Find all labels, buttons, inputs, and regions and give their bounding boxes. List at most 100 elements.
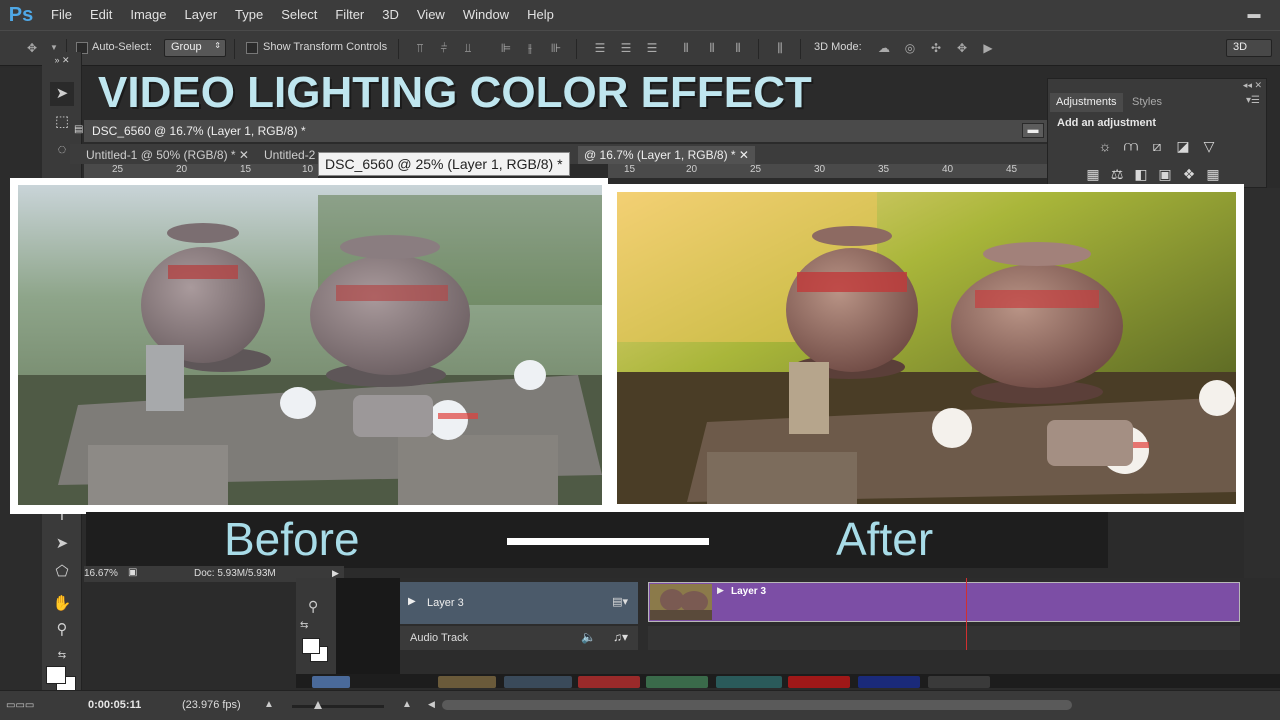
zoom-slider[interactable] bbox=[292, 701, 384, 709]
foreground-color-swatch[interactable] bbox=[302, 638, 320, 654]
menu-view[interactable]: View bbox=[408, 0, 454, 30]
task-thumbnail[interactable] bbox=[578, 676, 640, 688]
menu-file[interactable]: File bbox=[42, 0, 81, 30]
task-thumbnail[interactable] bbox=[716, 676, 782, 688]
menu-select[interactable]: Select bbox=[272, 0, 326, 30]
zoom-tool-icon[interactable]: ⚲ bbox=[308, 598, 318, 615]
timeline-audio-row[interactable]: Audio Track 🔈 ♫▾ bbox=[400, 626, 638, 650]
channel-mixer-icon[interactable]: ❖ bbox=[1180, 165, 1198, 183]
move-tool-icon[interactable]: ➤ bbox=[50, 82, 74, 106]
drag-3d-icon[interactable]: ✣ bbox=[928, 40, 944, 56]
minimize-document-button[interactable]: ▬ bbox=[1022, 123, 1044, 138]
show-transform-checkbox[interactable] bbox=[246, 42, 258, 54]
swap-colors-icon[interactable]: ⇆ bbox=[300, 620, 308, 631]
panel-collapse-icon[interactable]: ◂◂ ✕ bbox=[1243, 80, 1262, 91]
menu-filter[interactable]: Filter bbox=[326, 0, 373, 30]
tab-untitled-1[interactable]: Untitled-1 @ 50% (RGB/8) * ✕ bbox=[80, 146, 255, 164]
distribute-top-icon[interactable]: ☰ bbox=[592, 40, 608, 56]
video-clip[interactable]: ▶ Layer 3 bbox=[648, 582, 1240, 622]
menu-type[interactable]: Type bbox=[226, 0, 272, 30]
distribute-horizontal-icon[interactable]: ⦀ bbox=[704, 40, 720, 56]
ruler-tick-label: 25 bbox=[112, 164, 124, 175]
workspace-select[interactable]: 3D bbox=[1226, 39, 1272, 57]
distribute-center-icon[interactable]: ☰ bbox=[618, 40, 634, 56]
before-caption: Before bbox=[224, 513, 360, 565]
tab-adjustments[interactable]: Adjustments bbox=[1050, 93, 1123, 112]
tab-dsc-6560[interactable]: @ 16.7% (Layer 1, RGB/8) * ✕ bbox=[578, 146, 755, 164]
zoom-level[interactable]: 16.67% bbox=[84, 568, 118, 579]
align-right-icon[interactable]: ⊪ bbox=[548, 40, 564, 56]
auto-align-icon[interactable]: ⫼ bbox=[772, 40, 788, 56]
timeline-layer-row[interactable]: ▶ Layer 3 ▤▾ bbox=[400, 582, 638, 624]
task-thumbnail[interactable] bbox=[312, 676, 350, 688]
roll-3d-icon[interactable]: ◎ bbox=[902, 40, 918, 56]
menu-layer[interactable]: Layer bbox=[176, 0, 227, 30]
music-note-icon[interactable]: ♫▾ bbox=[613, 630, 628, 644]
tab-untitled-2[interactable]: Untitled-2 bbox=[258, 146, 321, 164]
task-thumbnail[interactable] bbox=[646, 676, 708, 688]
close-icon[interactable]: ✕ bbox=[739, 148, 749, 162]
video-camera-3d-icon[interactable]: ▶ bbox=[980, 40, 996, 56]
marquee-tool-icon[interactable]: ⬚ bbox=[50, 110, 74, 134]
photoshop-logo: Ps bbox=[8, 3, 34, 26]
panel-menu-icon[interactable]: ▾☰ bbox=[1246, 95, 1260, 106]
task-thumbnail[interactable] bbox=[504, 676, 572, 688]
foreground-background-color[interactable] bbox=[302, 636, 330, 664]
levels-icon[interactable]: ⩋ bbox=[1122, 137, 1140, 155]
hue-saturation-icon[interactable]: ▦ bbox=[1084, 165, 1102, 183]
convert-to-frame-icon[interactable]: ▭▭▭ bbox=[6, 700, 34, 711]
align-horizontal-center-icon[interactable]: ⫲ bbox=[522, 40, 538, 56]
color-lookup-icon[interactable]: ▦ bbox=[1204, 165, 1222, 183]
zoom-slider-thumb[interactable] bbox=[314, 701, 322, 709]
menu-help[interactable]: Help bbox=[518, 0, 563, 30]
align-left-icon[interactable]: ⊫ bbox=[498, 40, 514, 56]
zoom-tool-icon[interactable]: ⚲ bbox=[50, 618, 74, 642]
distribute-left-icon[interactable]: ⦀ bbox=[678, 40, 694, 56]
black-white-icon[interactable]: ◧ bbox=[1132, 165, 1150, 183]
timecode: 0:00:05:11 bbox=[88, 699, 142, 711]
foreground-color-swatch[interactable] bbox=[46, 666, 66, 684]
status-info-icon[interactable]: ▣ bbox=[128, 567, 137, 578]
brightness-contrast-icon[interactable]: ☼ bbox=[1096, 137, 1114, 155]
align-top-icon[interactable]: ⫪ bbox=[412, 40, 428, 56]
distribute-bottom-icon[interactable]: ☰ bbox=[644, 40, 660, 56]
close-icon[interactable]: ✕ bbox=[239, 148, 249, 162]
move-tool-icon[interactable]: ✥ bbox=[24, 40, 40, 56]
menu-window[interactable]: Window bbox=[454, 0, 518, 30]
task-thumbnail[interactable] bbox=[438, 676, 496, 688]
film-strip-icon[interactable]: ▤▾ bbox=[612, 595, 628, 608]
exposure-icon[interactable]: ◪ bbox=[1174, 137, 1192, 155]
color-balance-icon[interactable]: ⚖ bbox=[1108, 165, 1126, 183]
speaker-icon[interactable]: 🔈 bbox=[581, 630, 596, 644]
auto-select-target-select[interactable]: Group ⇕ bbox=[164, 39, 226, 57]
zoom-in-icon[interactable]: ▲ bbox=[402, 699, 412, 710]
clip-expand-icon[interactable]: ▶ bbox=[717, 585, 724, 596]
curves-icon[interactable]: ⧄ bbox=[1148, 137, 1166, 155]
menu-3d[interactable]: 3D bbox=[373, 0, 408, 30]
distribute-right-icon[interactable]: ⦀ bbox=[730, 40, 746, 56]
expand-arrow-icon[interactable]: ▶ bbox=[408, 596, 416, 607]
orbit-3d-icon[interactable]: ☁ bbox=[876, 40, 892, 56]
audio-track-area[interactable] bbox=[648, 626, 1240, 650]
align-vertical-center-icon[interactable]: ⫩ bbox=[436, 40, 452, 56]
panel-collapse-icon[interactable]: » ✕ bbox=[50, 54, 74, 66]
task-thumbnail[interactable] bbox=[928, 676, 990, 688]
tab-styles[interactable]: Styles bbox=[1126, 93, 1168, 112]
menu-image[interactable]: Image bbox=[121, 0, 175, 30]
scroll-left-icon[interactable]: ◀ bbox=[428, 699, 435, 710]
task-thumbnail[interactable] bbox=[858, 676, 920, 688]
hand-tool-icon[interactable]: ✋ bbox=[50, 592, 74, 616]
task-thumbnail[interactable] bbox=[788, 676, 850, 688]
shape-tool-icon[interactable]: ⬠ bbox=[50, 560, 74, 584]
align-bottom-icon[interactable]: ⫫ bbox=[460, 40, 476, 56]
slide-3d-icon[interactable]: ✥ bbox=[954, 40, 970, 56]
timeline-playhead[interactable] bbox=[966, 578, 967, 650]
path-selection-tool-icon[interactable]: ➤ bbox=[50, 532, 74, 556]
minimize-window-icon[interactable]: ▬ bbox=[1244, 4, 1264, 24]
document-title-bar[interactable]: ▤ DSC_6560 @ 16.7% (Layer 1, RGB/8) * ▬ bbox=[74, 120, 1048, 142]
zoom-out-icon[interactable]: ▲ bbox=[264, 699, 274, 710]
timeline-scrollbar[interactable] bbox=[442, 700, 1072, 710]
vibrance-icon[interactable]: ▽ bbox=[1200, 137, 1218, 155]
photo-filter-icon[interactable]: ▣ bbox=[1156, 165, 1174, 183]
menu-edit[interactable]: Edit bbox=[81, 0, 121, 30]
